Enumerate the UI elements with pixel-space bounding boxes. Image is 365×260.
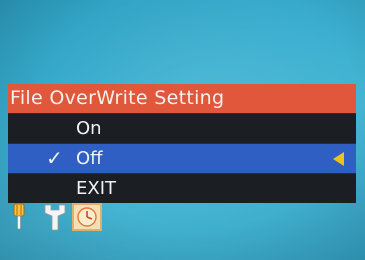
clock-icon[interactable] <box>72 203 102 231</box>
checkmark-icon: ✓ <box>46 146 63 170</box>
menu-icon-bar <box>8 202 102 232</box>
screwdriver-icon[interactable] <box>8 202 38 232</box>
left-arrow-icon <box>333 152 344 166</box>
menu-item-exit[interactable]: EXIT <box>8 173 356 203</box>
menu-item-off[interactable]: ✓ Off <box>8 143 356 173</box>
menu-item-label: On <box>76 118 102 139</box>
wrench-icon[interactable] <box>40 202 70 232</box>
menu-item-label: EXIT <box>76 178 117 199</box>
menu-item-label: Off <box>76 148 103 169</box>
menu-title: File OverWrite Setting <box>8 84 356 113</box>
tv-screen: { "menu": { "title": "File OverWrite Set… <box>0 0 365 260</box>
menu-item-on[interactable]: On <box>8 113 356 143</box>
osd-menu: File OverWrite Setting On ✓ Off EXIT <box>8 84 356 203</box>
